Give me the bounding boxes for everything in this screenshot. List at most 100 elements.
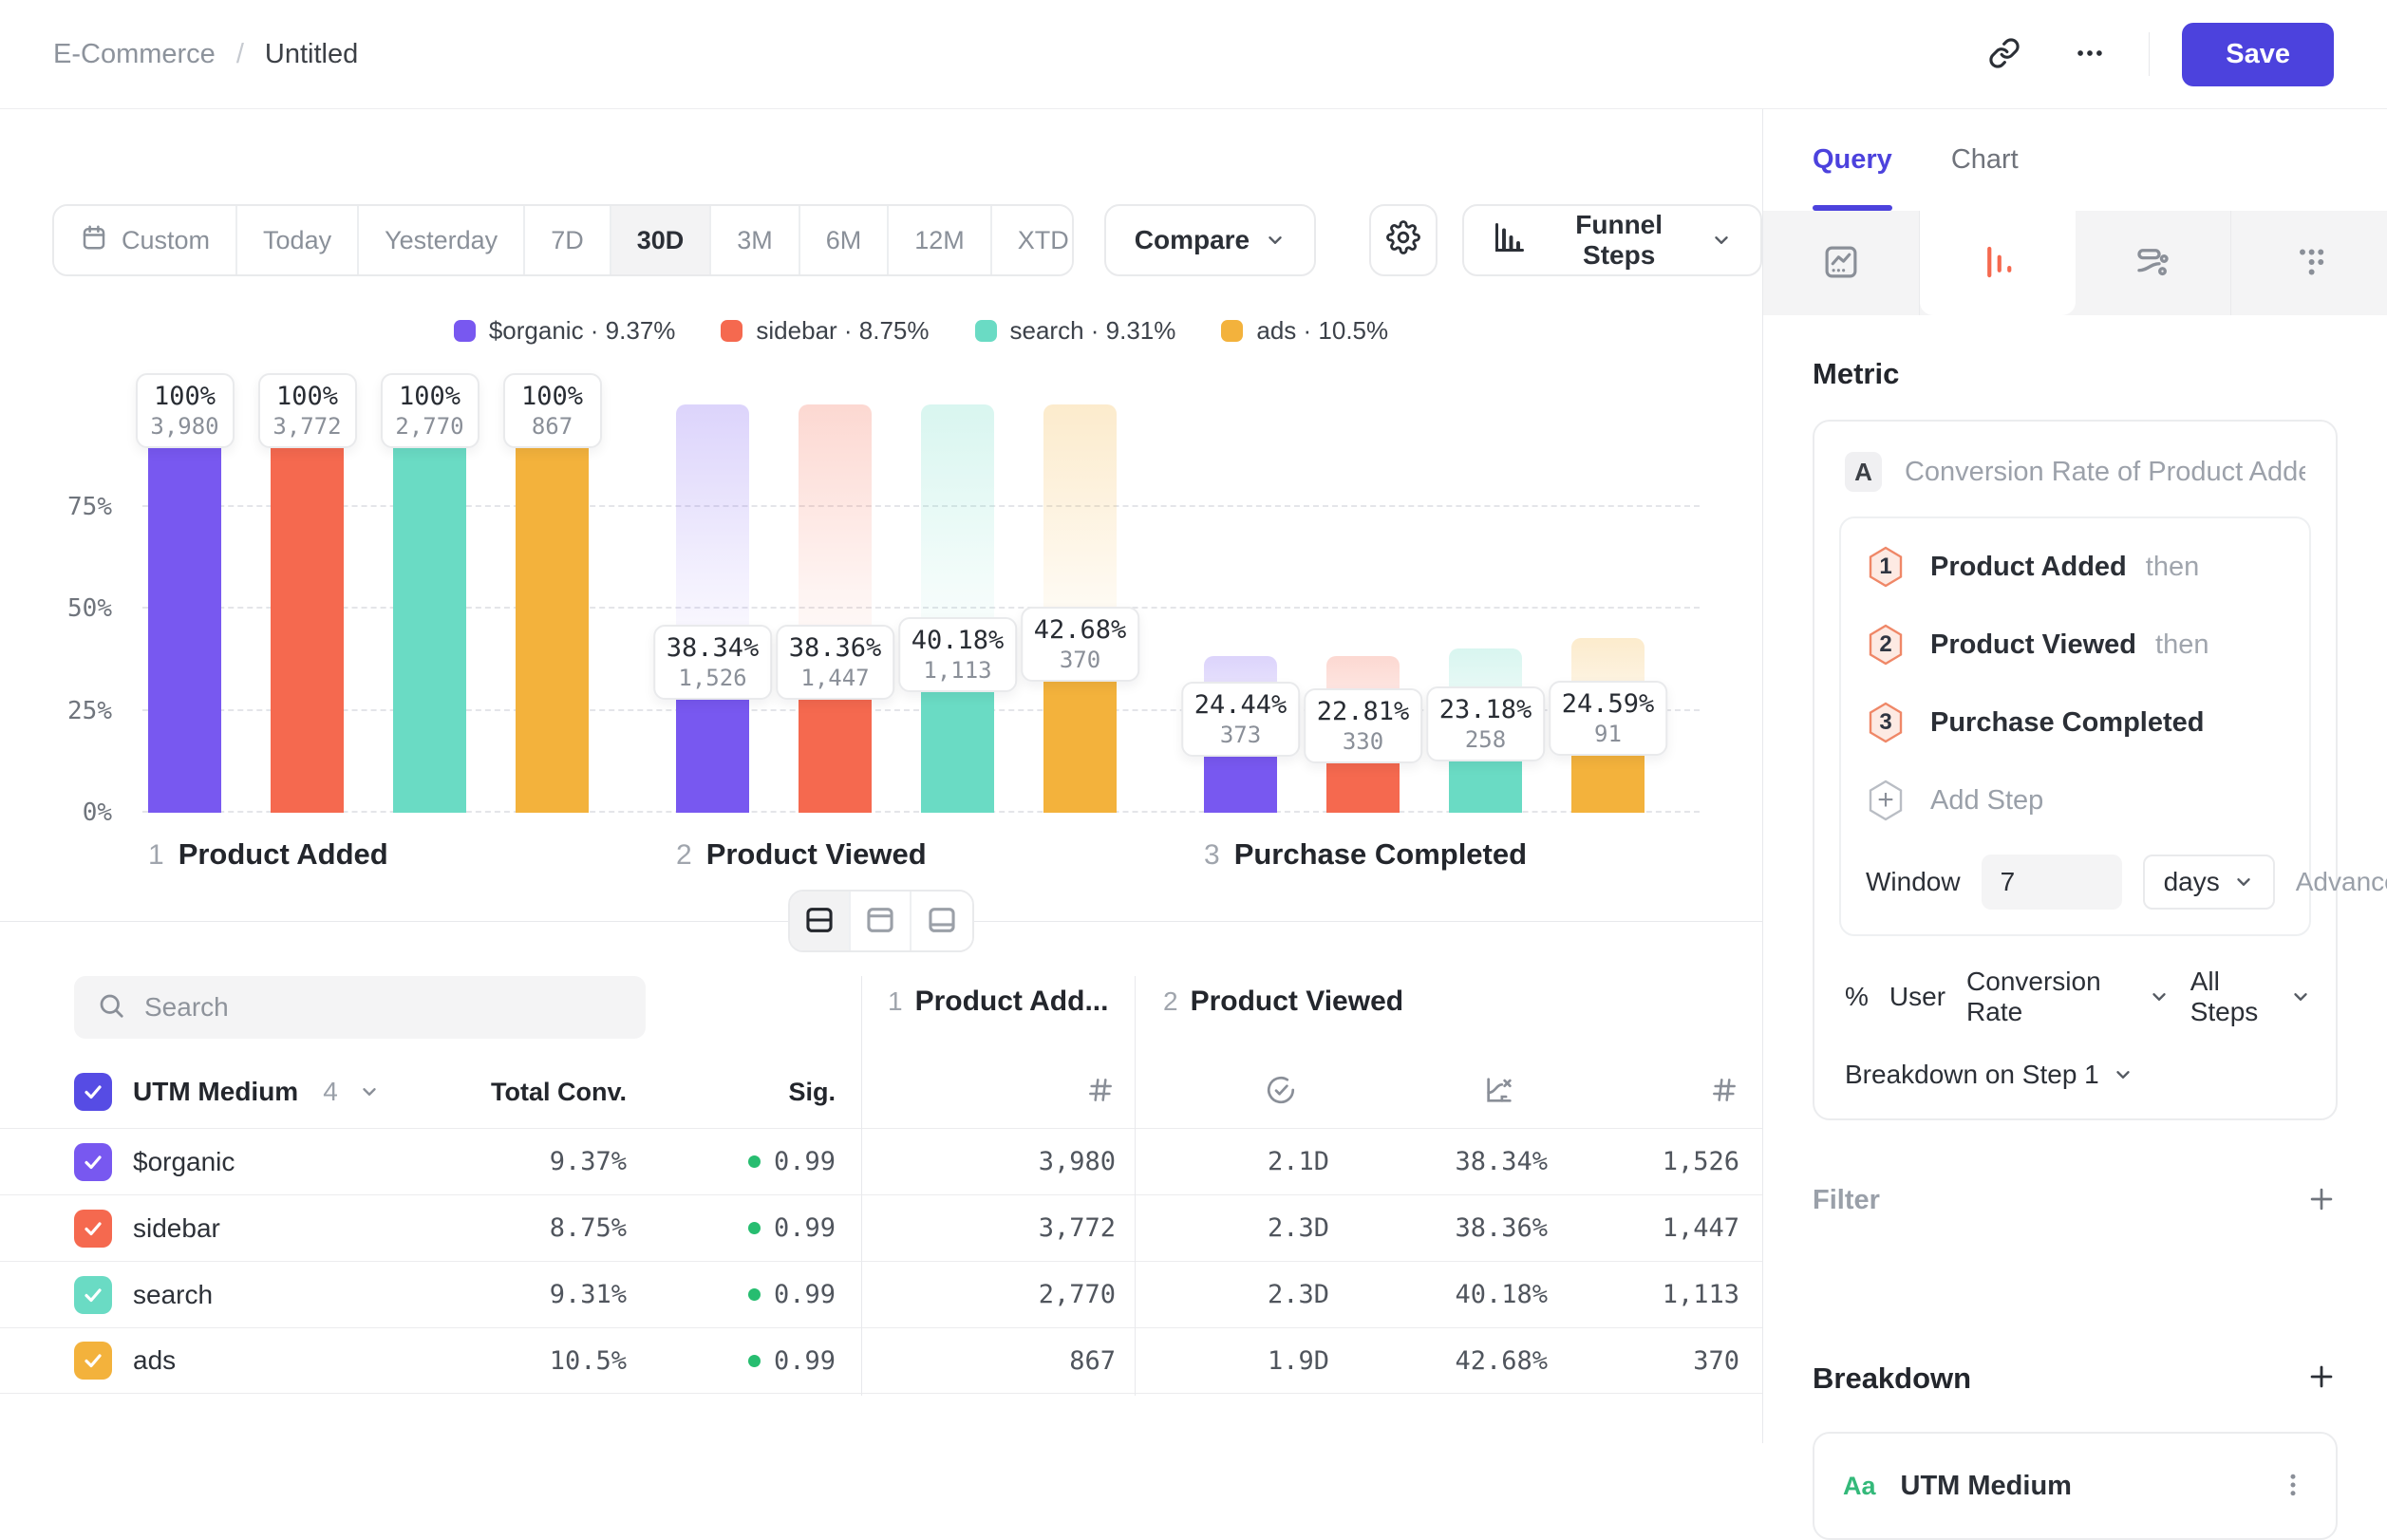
step-number: 2 xyxy=(1163,986,1178,1017)
advanced-toggle[interactable]: Advanced xyxy=(2296,867,2387,897)
legend-label: sidebar · 8.75% xyxy=(756,316,929,346)
step-name: Product Viewed xyxy=(706,837,927,872)
range-12m[interactable]: 12M xyxy=(889,206,992,274)
add-step-button[interactable]: + Add Step xyxy=(1866,779,2284,822)
step2-count-header[interactable] xyxy=(1548,1075,1752,1110)
range-today[interactable]: Today xyxy=(237,206,359,274)
bar-pct: 23.18% xyxy=(1439,695,1532,724)
search-input[interactable] xyxy=(144,992,600,1023)
bar-value-label: 40.18%1,113 xyxy=(898,617,1018,692)
bar-sidebar-step2[interactable]: 38.36%1,447 xyxy=(799,366,872,813)
tab-chart[interactable]: Chart xyxy=(1951,109,2019,211)
breakdown-column-label[interactable]: UTM Medium xyxy=(133,1077,298,1107)
compare-button[interactable]: Compare xyxy=(1104,204,1316,276)
more-options-button[interactable] xyxy=(2063,28,2116,81)
chart-table-divider xyxy=(0,891,1762,951)
row-checkbox[interactable] xyxy=(74,1143,112,1181)
measure-scope-select[interactable]: All Steps xyxy=(2190,967,2311,1027)
conversion-window-row: Window days Advanced xyxy=(1866,855,2284,910)
table-row[interactable]: ads10.5%0.998671.9D42.68%370 xyxy=(0,1327,1762,1394)
range-3m[interactable]: 3M xyxy=(711,206,800,274)
table-row[interactable]: $organic9.37%0.993,9802.1D38.34%1,526 xyxy=(0,1128,1762,1194)
legend-item[interactable]: ads · 10.5% xyxy=(1221,316,1388,346)
select-all-checkbox[interactable] xyxy=(74,1073,112,1111)
table-row[interactable]: sidebar8.75%0.993,7722.3D38.36%1,447 xyxy=(0,1194,1762,1261)
add-breakdown-button[interactable] xyxy=(2305,1361,2338,1396)
bar-value-label: 100%2,770 xyxy=(381,373,479,448)
step2-conversion-header[interactable] xyxy=(1329,1074,1548,1111)
legend-swatch xyxy=(1221,320,1243,342)
tab-funnel[interactable] xyxy=(1920,211,2076,315)
step1-count: 867 xyxy=(861,1346,1135,1376)
split-view-button[interactable] xyxy=(790,892,851,950)
chart-settings-button[interactable] xyxy=(1369,204,1438,276)
bar-ads-step1[interactable]: 100%867 xyxy=(516,366,589,813)
bar-$organic-step3[interactable]: 24.44%373 xyxy=(1204,366,1277,813)
share-link-button[interactable] xyxy=(1978,28,2031,81)
bar-sidebar-step3[interactable]: 22.81%330 xyxy=(1326,366,1400,813)
chevron-down-icon[interactable] xyxy=(359,1081,380,1102)
breadcrumb-root[interactable]: E-Commerce xyxy=(53,39,216,70)
tab-matrix[interactable] xyxy=(2231,211,2387,315)
step1-count-header[interactable] xyxy=(861,1075,1135,1110)
step-number: 1 xyxy=(148,839,164,872)
measure-entity[interactable]: User xyxy=(1889,982,1945,1012)
bar-search-step1[interactable]: 100%2,770 xyxy=(393,366,466,813)
bar-search-step3[interactable]: 23.18%258 xyxy=(1449,366,1522,813)
add-filter-button[interactable] xyxy=(2305,1183,2338,1218)
step-number-hexagon: 2 xyxy=(1866,623,1906,667)
sig-value: 0.99 xyxy=(627,1147,836,1176)
row-checkbox[interactable] xyxy=(74,1210,112,1248)
window-value-input[interactable] xyxy=(1982,855,2122,910)
bar-ads-step2[interactable]: 42.68%370 xyxy=(1043,366,1117,813)
metric-title-row[interactable]: A Conversion Rate of Product Adde... xyxy=(1839,448,2311,496)
table-row[interactable]: search9.31%0.992,7702.3D40.18%1,113 xyxy=(0,1261,1762,1327)
bar-$organic-step2[interactable]: 38.34%1,526 xyxy=(676,366,749,813)
panel-step-2[interactable]: 2Product Viewedthen xyxy=(1866,623,2284,667)
bar-count: 91 xyxy=(1562,721,1655,747)
tab-insights[interactable] xyxy=(1763,211,1920,315)
sig-value: 0.99 xyxy=(627,1280,836,1309)
legend-item[interactable]: $organic · 9.37% xyxy=(454,316,676,346)
clock-check-icon xyxy=(1265,1074,1297,1111)
legend-item[interactable]: search · 9.31% xyxy=(975,316,1176,346)
range-xtd[interactable]: XTD xyxy=(992,206,1074,274)
measure-type-select[interactable]: Conversion Rate xyxy=(1966,967,2170,1027)
bar-sidebar-step1[interactable]: 100%3,772 xyxy=(271,366,344,813)
breakdown-item[interactable]: Aa UTM Medium xyxy=(1813,1432,2338,1540)
window-unit-select[interactable]: days xyxy=(2143,855,2275,910)
bar-search-step2[interactable]: 40.18%1,113 xyxy=(921,366,994,813)
breadcrumb-current[interactable]: Untitled xyxy=(265,39,358,70)
step2-time-header[interactable] xyxy=(1135,1074,1329,1111)
row-checkbox[interactable] xyxy=(74,1276,112,1314)
bar-value-label: 22.81%330 xyxy=(1304,688,1423,763)
row-checkbox[interactable] xyxy=(74,1342,112,1380)
range-30d[interactable]: 30D xyxy=(611,206,712,274)
chart-type-button[interactable]: Funnel Steps xyxy=(1462,204,1762,276)
bar-ads-step3[interactable]: 24.59%91 xyxy=(1571,366,1645,813)
step-name: Product Viewed xyxy=(1191,986,1404,1018)
table-only-view-button[interactable] xyxy=(912,892,972,950)
panel-step-3[interactable]: 3Purchase Completed xyxy=(1866,701,2284,744)
breakdown-item-menu-button[interactable] xyxy=(2279,1471,2307,1502)
range-7d[interactable]: 7D xyxy=(525,206,611,274)
tab-query[interactable]: Query xyxy=(1813,109,1892,211)
bar-value-label: 23.18%258 xyxy=(1426,686,1546,761)
chart-only-view-button[interactable] xyxy=(851,892,912,950)
total-conv-header[interactable]: Total Conv. xyxy=(475,1078,627,1107)
panel-step-1[interactable]: 1Product Addedthen xyxy=(1866,545,2284,589)
legend-item[interactable]: sidebar · 8.75% xyxy=(721,316,929,346)
bar-$organic-step1[interactable]: 100%3,980 xyxy=(148,366,221,813)
range-6m[interactable]: 6M xyxy=(800,206,890,274)
funnel-step-2-group: 38.34%1,526 38.36%1,447 40.18%1,113 42.68%3… xyxy=(676,366,1117,813)
save-button[interactable]: Save xyxy=(2182,23,2334,86)
bar-pct: 100% xyxy=(149,382,221,411)
top-actions: Save xyxy=(1978,23,2334,86)
range-yesterday[interactable]: Yesterday xyxy=(359,206,525,274)
breakdown-on-step-select[interactable]: Breakdown on Step 1 xyxy=(1839,1060,2311,1090)
range-custom[interactable]: Custom xyxy=(54,206,237,274)
tab-flows[interactable] xyxy=(2076,211,2232,315)
bar-count: 258 xyxy=(1439,726,1532,753)
step2-count: 1,113 xyxy=(1548,1280,1752,1309)
sig-header[interactable]: Sig. xyxy=(627,1078,836,1107)
